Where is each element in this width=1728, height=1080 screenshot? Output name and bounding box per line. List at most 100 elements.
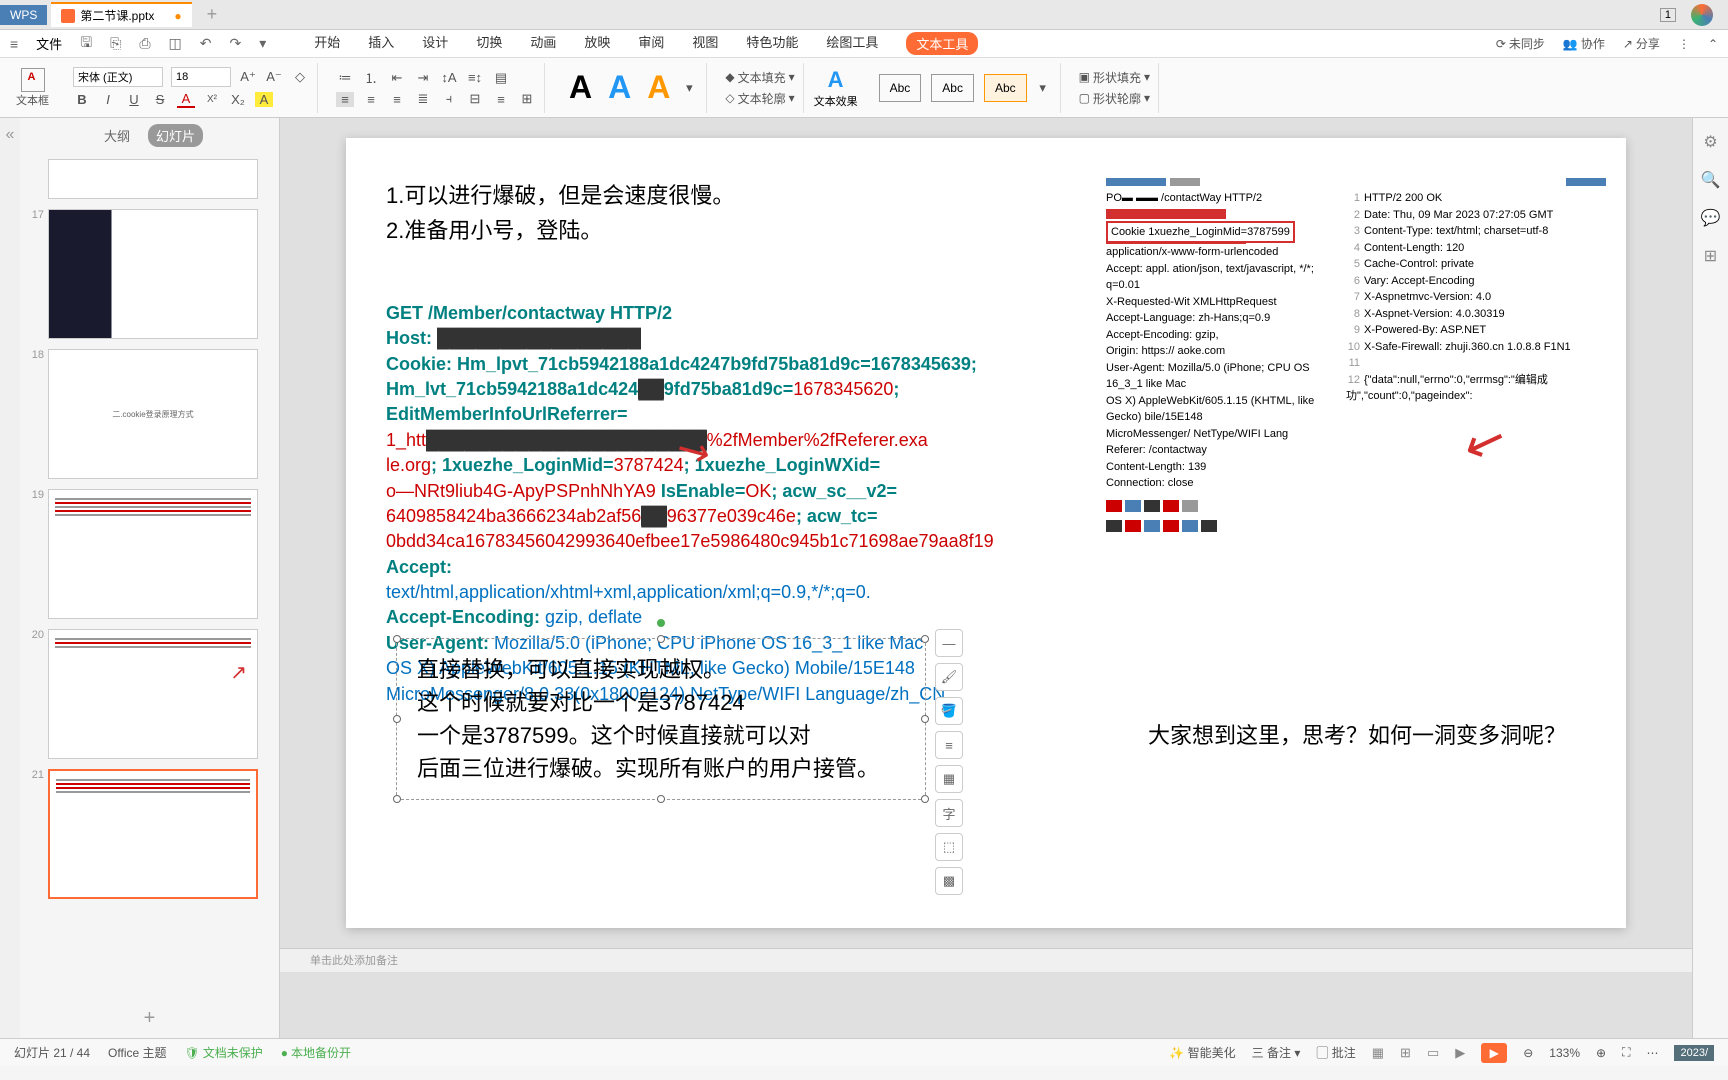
decrease-font-icon[interactable]: A⁻ — [265, 69, 283, 85]
float-paint-icon[interactable]: 🖌 — [935, 663, 963, 691]
resize-handle-ml[interactable] — [393, 715, 401, 723]
align-right-icon[interactable]: ≡ — [388, 92, 406, 107]
reading-view-icon[interactable]: ▭ — [1427, 1045, 1439, 1061]
selected-textbox[interactable]: 直接替换，可以直接实现越权。 这个时候就要对比一个是3787424 一个是378… — [396, 638, 926, 800]
superscript-button[interactable]: X² — [203, 94, 221, 105]
align-justify-icon[interactable]: ≣ — [414, 91, 432, 107]
slide-thumb-20[interactable]: ↗ — [48, 629, 258, 759]
rail-search-icon[interactable]: 🔍 — [1701, 170, 1721, 190]
menu-slideshow[interactable]: 放映 — [584, 32, 610, 55]
float-layout-icon[interactable]: ▦ — [935, 765, 963, 793]
font-color-button[interactable]: A — [177, 91, 195, 108]
shape-style-3-selected[interactable]: Abc — [984, 74, 1027, 102]
more-menu-icon[interactable]: ⋮ — [1678, 35, 1690, 52]
zoom-out-icon[interactable]: ⊖ — [1523, 1046, 1533, 1060]
text-direction-icon[interactable]: ↕A — [440, 70, 458, 85]
save-as-icon[interactable]: ⎘ — [110, 35, 121, 52]
wps-brand-icon[interactable] — [1691, 4, 1713, 26]
shape-style-2[interactable]: Abc — [931, 74, 974, 102]
print-icon[interactable]: ⎙ — [139, 35, 150, 52]
hamburger-icon[interactable]: ≡ — [10, 36, 18, 52]
slideshow-view-icon[interactable]: ▶ — [1455, 1045, 1465, 1061]
backup-status[interactable]: ● 本地备份开 — [281, 1044, 351, 1061]
resize-handle-br[interactable] — [921, 795, 929, 803]
resize-handle-tm[interactable] — [657, 635, 665, 643]
menu-start[interactable]: 开始 — [314, 32, 340, 55]
add-slide-button[interactable]: + — [20, 999, 279, 1038]
text-style-more-icon[interactable]: ▾ — [680, 80, 698, 96]
float-font-icon[interactable]: 字 — [935, 799, 963, 827]
resize-handle-tl[interactable] — [393, 635, 401, 643]
columns-icon[interactable]: ▤ — [492, 70, 510, 86]
rotate-handle[interactable] — [657, 619, 665, 627]
menu-review[interactable]: 审阅 — [638, 32, 664, 55]
strikethrough-button[interactable]: S — [151, 92, 169, 107]
notes-placeholder[interactable]: 单击此处添加备注 — [280, 948, 1692, 972]
resize-handle-tr[interactable] — [921, 635, 929, 643]
shape-style-more-icon[interactable]: ▾ — [1034, 80, 1052, 96]
slide-thumb-17[interactable] — [48, 209, 258, 339]
rail-comment-icon[interactable]: 💬 — [1701, 208, 1721, 228]
spacing2-icon[interactable]: ≡ — [492, 92, 510, 107]
outline-tab[interactable]: 大纲 — [96, 124, 138, 147]
indent-list-icon[interactable]: ⊟ — [466, 91, 484, 107]
collapse-panel-icon[interactable]: « — [0, 118, 20, 1038]
redo-icon[interactable]: ↷ — [230, 35, 242, 52]
note-text[interactable]: 直接替换，可以直接实现越权。 这个时候就要对比一个是3787424 一个是378… — [417, 653, 905, 785]
text-fill-button[interactable]: ◆ 文本填充 ▾ — [725, 69, 794, 86]
zoom-level[interactable]: 133% — [1549, 1046, 1580, 1060]
highlight-button[interactable]: A — [255, 92, 273, 107]
menu-transition[interactable]: 切换 — [476, 32, 502, 55]
font-family-select[interactable] — [73, 67, 163, 87]
new-tab-button[interactable]: + — [207, 4, 218, 25]
document-tab[interactable]: 第二节课.pptx ● — [51, 2, 191, 27]
bold-button[interactable]: B — [73, 92, 91, 107]
distribute-icon[interactable]: ⫞ — [440, 91, 458, 107]
rail-navigate-icon[interactable]: ⊞ — [1704, 246, 1717, 266]
window-count[interactable]: 1 — [1660, 8, 1676, 22]
float-collapse-icon[interactable]: — — [935, 629, 963, 657]
text-style-orange[interactable]: A — [641, 69, 676, 106]
resize-handle-bm[interactable] — [657, 795, 665, 803]
float-group-icon[interactable]: ⬚ — [935, 833, 963, 861]
italic-button[interactable]: I — [99, 92, 117, 107]
increase-indent-icon[interactable]: ⇥ — [414, 70, 432, 86]
menu-view[interactable]: 视图 — [692, 32, 718, 55]
beautify-button[interactable]: ✨ 智能美化 — [1169, 1044, 1235, 1061]
decrease-indent-icon[interactable]: ⇤ — [388, 70, 406, 86]
underline-button[interactable]: U — [125, 92, 143, 107]
numbering-icon[interactable]: ⒈ — [362, 68, 380, 87]
play-button[interactable]: ▶ — [1481, 1043, 1507, 1063]
menu-text-tools-active[interactable]: 文本工具 — [906, 32, 978, 55]
resize-handle-bl[interactable] — [393, 795, 401, 803]
save-icon[interactable]: 🖫 — [80, 32, 92, 56]
share-button[interactable]: ↗ 分享 — [1623, 35, 1660, 52]
align-center-icon[interactable]: ≡ — [362, 92, 380, 107]
wps-logo-tag[interactable]: WPS — [0, 5, 47, 25]
sorter-view-icon[interactable]: ⊞ — [1400, 1045, 1411, 1061]
canvas[interactable]: 1.可以进行爆破，但是会速度很慢。 2.准备用小号，登陆。 GET /Membe… — [280, 118, 1692, 1038]
text-effect-button[interactable]: A 文本效果 — [814, 67, 858, 109]
menu-animation[interactable]: 动画 — [530, 32, 556, 55]
menu-design[interactable]: 设计 — [422, 32, 448, 55]
textbox-button[interactable]: 文本框 — [10, 68, 55, 108]
undo-icon[interactable]: ↶ — [200, 35, 212, 52]
subscript-button[interactable]: X₂ — [229, 92, 247, 107]
clear-format-icon[interactable]: ◇ — [291, 69, 309, 85]
slide-thumb-21-active[interactable] — [48, 769, 258, 899]
slide-thumb-18[interactable]: 二.cookie登录原理方式 — [48, 349, 258, 479]
shape-outline-button[interactable]: ▢ 形状轮廓 ▾ — [1079, 90, 1150, 107]
menu-features[interactable]: 特色功能 — [746, 32, 798, 55]
protection-status[interactable]: 🛡 文档未保护 — [185, 1044, 263, 1061]
increase-font-icon[interactable]: A⁺ — [239, 69, 257, 85]
file-menu[interactable]: 文件 — [36, 34, 62, 53]
float-text-icon[interactable]: ≡ — [935, 731, 963, 759]
slide-thumb-prev[interactable] — [48, 159, 258, 199]
collaborate-button[interactable]: 👥 协作 — [1563, 35, 1605, 52]
text-style-black[interactable]: A — [563, 69, 598, 106]
sync-status[interactable]: ⟳ 未同步 — [1496, 35, 1545, 52]
shape-style-1[interactable]: Abc — [879, 74, 922, 102]
menu-insert[interactable]: 插入 — [368, 32, 394, 55]
preview-icon[interactable]: ◫ — [169, 35, 182, 52]
float-fill-icon[interactable]: 🪣 — [935, 697, 963, 725]
